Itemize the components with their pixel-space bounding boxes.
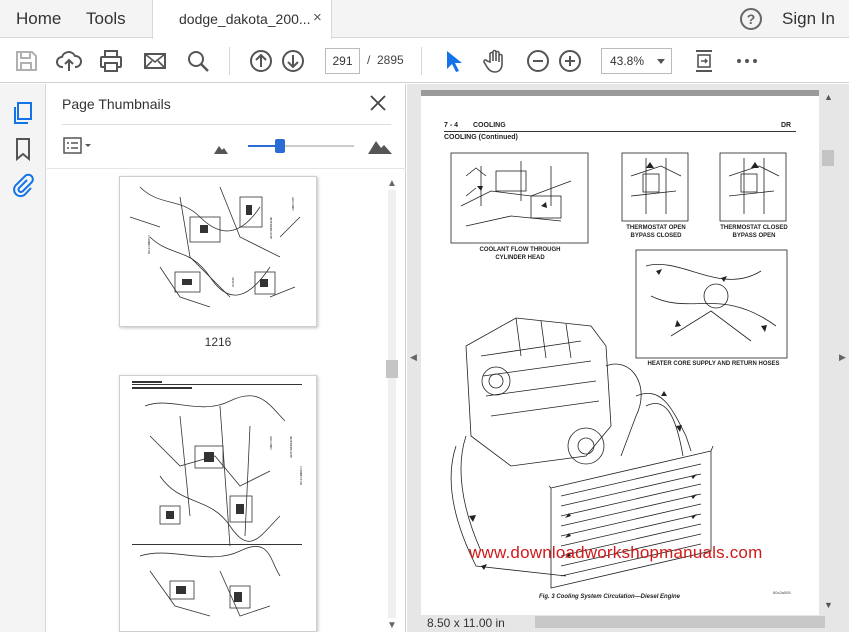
bookmarks-icon[interactable] — [10, 136, 36, 162]
svg-text:GROUND: GROUND — [269, 436, 273, 450]
sign-in-button[interactable]: Sign In — [782, 9, 835, 29]
page-thumbnails-panel: Page Thumbnails CONNECTOR INTERMEDIATE G… — [47, 84, 406, 632]
toolbar-divider — [229, 47, 230, 75]
thermostat-closed-caption: THERMOSTAT CLOSED BYPASS OPEN — [720, 225, 788, 239]
close-tab-icon[interactable]: × — [313, 9, 322, 26]
navigation-pane-strip — [0, 84, 46, 632]
page-thumbnail[interactable]: INTERMEDIATE CONNECTOR GROUND — [119, 375, 317, 632]
toolbar: 291 / 2895 43.8% — [0, 39, 849, 83]
search-icon[interactable] — [184, 47, 212, 75]
menu-bar: Home Tools dodge_dakota_200... × ? Sign … — [0, 0, 849, 39]
thumbnail-connector-locations: INTERMEDIATE CONNECTOR GROUND — [132, 381, 303, 617]
hand-tool-icon[interactable] — [481, 47, 509, 75]
svg-text:INTERMEDIATE: INTERMEDIATE — [269, 217, 273, 239]
watermark-url: www.downloadworkshopmanuals.com — [469, 543, 763, 562]
toolbar-divider — [421, 47, 422, 75]
more-icon[interactable] — [733, 47, 761, 75]
svg-text:CONNECTOR: CONNECTOR — [147, 235, 151, 254]
svg-text:GROUND: GROUND — [291, 197, 295, 211]
home-menu[interactable]: Home — [16, 9, 61, 29]
thumbnail-options-icon[interactable] — [63, 137, 93, 155]
smaller-thumbnails-icon[interactable] — [213, 142, 229, 160]
figure-caption: Fig. 3 Cooling System Circulation—Diesel… — [539, 594, 681, 600]
svg-text:INTERMEDIATE: INTERMEDIATE — [289, 436, 293, 458]
horizontal-scrollbar[interactable] — [535, 616, 825, 628]
page-thumbnail[interactable]: CONNECTOR INTERMEDIATE GROUND SPLICE — [119, 176, 317, 327]
document-view: ◀ 7 - 4 COOLING DR COOLING (Continued) C… — [407, 84, 849, 632]
zoom-select[interactable]: 43.8% — [601, 48, 672, 74]
fit-page-icon[interactable] — [690, 47, 718, 75]
page-size-label: 8.50 x 11.00 in — [427, 616, 505, 630]
panel-title: Page Thumbnails — [62, 96, 171, 112]
email-icon[interactable] — [141, 47, 169, 75]
collapse-right-pane-icon[interactable]: ▶ — [839, 352, 846, 363]
thermostat-open-caption: THERMOSTAT OPEN BYPASS CLOSED — [626, 225, 686, 239]
slider-handle[interactable] — [275, 139, 285, 153]
thumbnail-size-slider[interactable] — [248, 139, 354, 153]
scroll-track — [388, 190, 396, 618]
total-pages: 2895 — [377, 53, 404, 67]
help-icon[interactable]: ? — [740, 8, 762, 30]
zoom-in-icon[interactable] — [556, 47, 584, 75]
document-tab[interactable]: dodge_dakota_200... × — [152, 0, 332, 39]
panel-divider — [47, 168, 406, 169]
pdf-page: 7 - 4 COOLING DR COOLING (Continued) COO… — [421, 90, 819, 615]
chevron-down-icon — [657, 59, 665, 64]
cooling-system-illustration — [450, 152, 788, 589]
thumbnail-wiring-diagram: CONNECTOR INTERMEDIATE GROUND SPLICE — [129, 186, 301, 308]
print-icon[interactable] — [97, 47, 125, 75]
scroll-thumb[interactable] — [822, 150, 834, 166]
upload-cloud-icon[interactable] — [55, 47, 83, 75]
page-separator: / — [367, 53, 371, 67]
next-page-icon[interactable] — [279, 47, 307, 75]
thumbnails-scrollbar[interactable]: ▲ ▼ — [383, 176, 401, 632]
zoom-value: 43.8% — [610, 54, 645, 68]
previous-page-icon[interactable] — [247, 47, 275, 75]
figure-code: 80c2a005 — [773, 590, 791, 595]
collapse-left-pane-icon[interactable]: ◀ — [410, 352, 417, 363]
scroll-up-icon[interactable]: ▲ — [387, 178, 397, 189]
thumbnail-page-label: 1216 — [204, 335, 232, 349]
document-tab-title: dodge_dakota_200... — [179, 11, 311, 27]
svg-text:CONNECTOR: CONNECTOR — [299, 466, 303, 485]
scroll-up-icon[interactable]: ▲ — [824, 92, 833, 102]
heater-core-caption: HEATER CORE SUPPLY AND RETURN HOSES — [647, 361, 780, 367]
page-thumbnails-icon[interactable] — [10, 100, 36, 126]
close-panel-icon[interactable] — [369, 94, 387, 112]
scroll-thumb[interactable] — [386, 360, 398, 378]
zoom-out-icon[interactable] — [524, 47, 552, 75]
larger-thumbnails-icon[interactable] — [367, 137, 393, 160]
save-icon[interactable] — [12, 47, 40, 75]
coolant-flow-caption: COOLANT FLOW THROUGH CYLINDER HEAD — [479, 247, 561, 261]
scroll-down-icon[interactable]: ▼ — [387, 620, 397, 631]
page-number-input[interactable]: 291 — [325, 48, 360, 74]
panel-divider — [62, 124, 391, 125]
select-cursor-icon[interactable] — [439, 47, 467, 75]
document-scrollbar[interactable]: ▲ ▼ — [821, 88, 835, 618]
attachments-icon[interactable] — [10, 172, 36, 198]
tools-menu[interactable]: Tools — [86, 9, 126, 29]
scroll-down-icon[interactable]: ▼ — [824, 600, 833, 610]
svg-text:SPLICE: SPLICE — [231, 277, 235, 287]
